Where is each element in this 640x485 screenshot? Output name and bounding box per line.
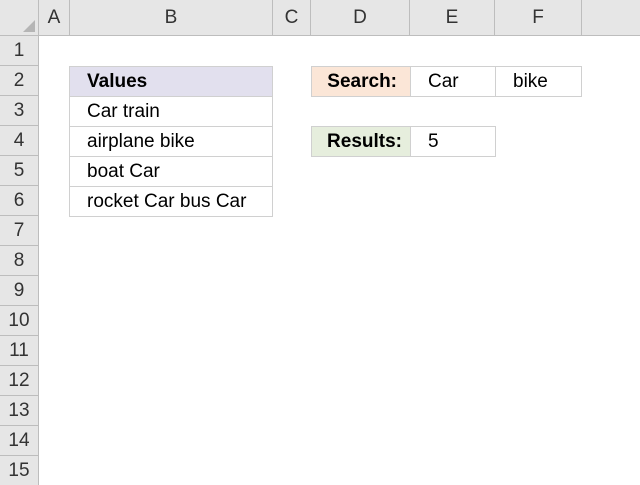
- column-header-b[interactable]: B: [70, 0, 273, 36]
- row-header-1[interactable]: 1: [0, 36, 39, 66]
- row-header-13[interactable]: 13: [0, 396, 39, 426]
- row-header-5[interactable]: 5: [0, 156, 39, 186]
- row-header-4[interactable]: 4: [0, 126, 39, 156]
- column-header-d[interactable]: D: [311, 0, 410, 36]
- results-value-cell-e4[interactable]: 5: [410, 126, 496, 157]
- search-label-cell[interactable]: Search:: [311, 66, 411, 97]
- values-header-cell[interactable]: Values: [69, 66, 273, 97]
- column-header-e[interactable]: E: [410, 0, 495, 36]
- select-all-corner[interactable]: [0, 0, 39, 36]
- row-header-6[interactable]: 6: [0, 186, 39, 216]
- spreadsheet-grid: A B C D E F 1 2 3 4 5 6 7 8 9 10 11 12 1…: [0, 0, 640, 485]
- row-header-12[interactable]: 12: [0, 366, 39, 396]
- column-header-filler: [582, 0, 640, 36]
- select-all-triangle-icon: [23, 20, 35, 32]
- column-header-a[interactable]: A: [39, 0, 70, 36]
- search-term-cell-e2[interactable]: Car: [410, 66, 496, 97]
- row-header-2[interactable]: 2: [0, 66, 39, 96]
- column-header-f[interactable]: F: [495, 0, 582, 36]
- row-header-11[interactable]: 11: [0, 336, 39, 366]
- values-cell-b4[interactable]: airplane bike: [69, 126, 273, 157]
- row-header-10[interactable]: 10: [0, 306, 39, 336]
- row-header-7[interactable]: 7: [0, 216, 39, 246]
- values-cell-b6[interactable]: rocket Car bus Car: [69, 186, 273, 217]
- column-header-c[interactable]: C: [273, 0, 311, 36]
- row-header-9[interactable]: 9: [0, 276, 39, 306]
- row-header-8[interactable]: 8: [0, 246, 39, 276]
- values-cell-b3[interactable]: Car train: [69, 96, 273, 127]
- results-label-cell[interactable]: Results:: [311, 126, 411, 157]
- search-term-cell-f2[interactable]: bike: [495, 66, 582, 97]
- row-header-3[interactable]: 3: [0, 96, 39, 126]
- row-header-15[interactable]: 15: [0, 456, 39, 485]
- values-cell-b5[interactable]: boat Car: [69, 156, 273, 187]
- row-header-14[interactable]: 14: [0, 426, 39, 456]
